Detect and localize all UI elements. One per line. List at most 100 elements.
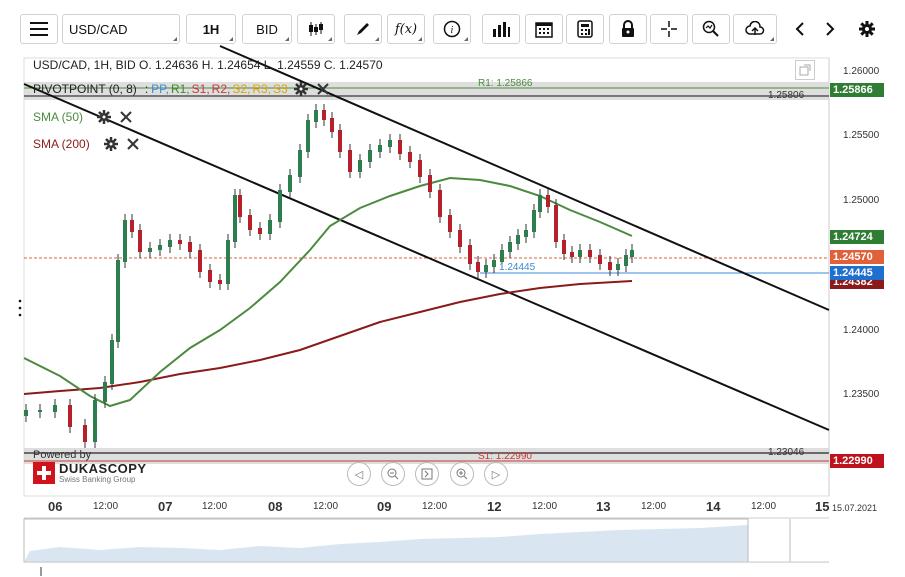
sma200-legend: SMA (200) [33,137,140,151]
price-label-s1: 1.22990 [830,454,884,468]
candle-body [358,160,362,172]
sma200-line [23,280,633,395]
price-label-sma50: 1.24724 [830,230,884,244]
sma50-line [23,176,633,408]
candle-body [408,152,412,162]
candle-body [476,262,480,272]
zoom-in-icon [456,468,468,480]
candle-body [288,175,292,192]
candle-body [110,340,114,384]
candle-body [233,195,237,242]
pivot-level-0: PP, [151,82,169,96]
nav-reset-button[interactable] [415,462,439,486]
price-tick: 1.23500 [843,389,880,400]
candle-body [438,190,442,217]
candle-body [562,240,566,254]
branding: Powered by DUKASCOPY Swiss Banking Group [33,449,147,484]
sma50-close-icon[interactable] [119,110,133,124]
candle-body [458,230,462,247]
time-tick: 12:00 [641,501,667,512]
time-tick: 07 [158,499,173,514]
candle-body [616,264,620,270]
candle-body [484,265,488,272]
time-tick: 09 [377,499,392,514]
pivot-settings-icon[interactable] [293,82,308,96]
nav-back-button[interactable]: ◁ [347,462,371,486]
candle-body [103,382,107,402]
candle-body [116,260,120,342]
price-tick: 1.25500 [843,130,880,141]
candle-body [330,118,334,132]
candle-body [338,130,342,152]
time-tick: 06 [48,499,63,514]
nav-forward-button[interactable]: ▷ [484,462,508,486]
ohlc-header: USD/CAD, 1H, BID O. 1.24636 H. 1.24654 L… [33,58,383,72]
candle-body [238,195,242,217]
pivot-level-6: S3 [273,82,288,96]
navigator[interactable] [0,517,905,577]
pivot-level-2: S1, [191,82,210,96]
sma200-settings-icon[interactable] [103,137,118,151]
sma200-title: SMA (200) [33,137,90,151]
candle-body [428,175,432,192]
pivot-level-label: 1.24445 [499,262,536,273]
price-tick: 1.24000 [843,325,880,336]
candle-body [168,240,172,247]
bottom-scroll-track[interactable] [24,562,829,563]
bottom-scroll-thumb[interactable] [40,567,42,576]
candle-body [468,245,472,264]
candle-body [248,215,252,230]
candle-body [138,230,142,252]
reset-icon [421,468,433,480]
nav-zoom-out-button[interactable] [381,462,405,486]
candle-body [218,280,222,284]
price-label-current: 1.24570 [830,250,884,264]
r1-label: R1: 1.25866 [478,78,533,89]
navigator-area [24,525,748,562]
candle-body [398,140,402,154]
sma200-close-icon[interactable] [126,137,140,151]
sma50-title: SMA (50) [33,110,84,124]
nav-zoom-in-button[interactable] [450,462,474,486]
candle-body [378,145,382,152]
candle-body [368,150,372,162]
candle-body [68,405,72,427]
pivot-levels: PP, R1, S1, R2, S2, R3, S3 [151,82,290,96]
price-label-r1: 1.25866 [830,83,884,97]
time-tick: 15 [815,499,830,514]
pivot-sep: : [144,82,149,96]
maximize-button[interactable] [795,60,815,80]
s1-label: S1: 1.22990 [478,451,532,462]
powered-by: Powered by [33,449,92,461]
time-axis-end-date: 15.07.2021 [832,503,878,513]
candle-body [418,160,422,177]
candle-body [630,250,634,257]
candle-body [306,120,310,152]
candle-body [298,150,302,177]
candle-body [268,220,272,234]
expand-icon [799,64,811,76]
candle-body [608,262,612,270]
dukascopy-sub: Swiss Banking Group [59,475,136,484]
candle-body [532,210,536,232]
pivot-close-icon[interactable] [316,82,330,96]
candle-body [53,405,57,412]
time-tick: 12:00 [532,501,558,512]
candle-body [570,252,574,257]
price-label-pivot: 1.24445 [830,266,884,280]
candle-body [226,240,230,284]
time-tick: 14 [706,499,721,514]
panel-resize-handle[interactable] [18,298,22,318]
candle-body [448,215,452,232]
candle-body [83,425,87,442]
price-tick: 1.25000 [843,195,880,206]
time-tick: 08 [268,499,283,514]
candle-body [93,400,97,442]
candle-body [130,220,134,232]
candle-body [158,245,162,250]
sma50-settings-icon[interactable] [97,110,112,124]
s1-right-label: 1.23046 [768,447,805,458]
candle-body [516,235,520,244]
candle-body [188,242,192,252]
candles-group [24,104,634,448]
